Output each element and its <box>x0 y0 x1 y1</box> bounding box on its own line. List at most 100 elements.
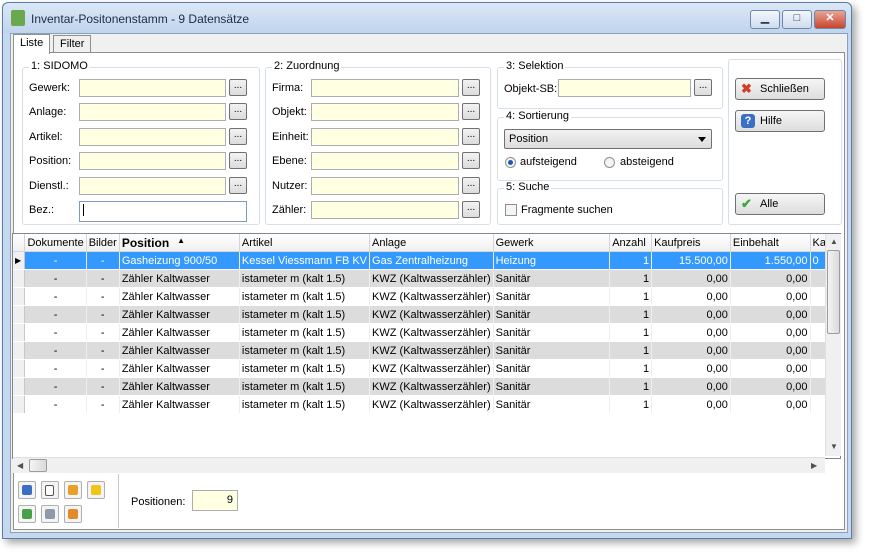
hilfe-button[interactable]: ? Hilfe <box>735 110 825 132</box>
row-indicator[interactable] <box>13 287 26 306</box>
zuordnung-einheit-field[interactable] <box>311 127 459 146</box>
sidomo-dienstl-browse-button[interactable]: ... <box>229 176 247 194</box>
vertical-scrollbar[interactable]: ▲ ▼ <box>825 234 841 456</box>
cell-einbehalt: 0,00 <box>730 395 811 414</box>
export-tool-button[interactable] <box>64 505 82 523</box>
cell-bilder: - <box>86 251 120 270</box>
alle-button[interactable]: ✔ Alle <box>735 193 825 215</box>
help-tool-button[interactable] <box>18 481 36 499</box>
row-indicator[interactable]: ▶ <box>13 251 26 270</box>
column-header-anzahl[interactable]: Anzahl <box>609 234 653 252</box>
horizontal-scroll-thumb[interactable] <box>29 459 47 472</box>
sidomo-anlage-field[interactable] <box>79 103 226 122</box>
sidomo-gewerk-browse-button[interactable]: ... <box>229 79 247 96</box>
fragmente-suchen-checkbox[interactable] <box>505 204 517 216</box>
zuordnung-nutzer-browse-button[interactable]: ... <box>462 176 480 194</box>
sidomo-bez-field[interactable] <box>79 201 247 222</box>
column-header-bilder[interactable]: Bilder <box>86 234 120 252</box>
column-header-label: Dokumente <box>27 236 84 249</box>
sidomo-gewerk-field[interactable] <box>79 79 226 97</box>
column-header-label: Gewerk <box>495 236 534 249</box>
zuordnung-objekt-field[interactable] <box>311 103 459 122</box>
edit-tool-button[interactable] <box>64 481 82 499</box>
lightning-tool-button[interactable] <box>87 481 105 499</box>
horizontal-scrollbar[interactable]: ◀ ▶ <box>13 457 825 473</box>
cell-gewerk: Sanitär <box>493 377 611 396</box>
zuordnung-firma-browse-button[interactable]: ... <box>462 79 480 96</box>
cell-dokumente: - <box>24 359 87 378</box>
footer-separator <box>118 474 119 528</box>
column-header-gewerk[interactable]: Gewerk <box>493 234 611 252</box>
schliessen-label: Schließen <box>760 83 809 95</box>
print-tool-button[interactable] <box>41 505 59 523</box>
sidomo-artikel-browse-button[interactable]: ... <box>229 127 247 145</box>
vertical-scroll-thumb[interactable] <box>827 250 840 334</box>
minimize-button[interactable]: ▁ <box>750 10 780 29</box>
table-row[interactable]: - - Zähler Kaltwasser istameter m (kalt 1.5… <box>13 287 840 306</box>
zuordnung-ebene-field[interactable] <box>311 152 459 171</box>
refresh-tool-button[interactable] <box>18 505 36 523</box>
scroll-up-icon[interactable]: ▲ <box>830 237 838 246</box>
table-row[interactable]: ▶ - - Gasheizung 900/50 Kessel Viessmann FB … <box>13 251 840 270</box>
column-header-kaufpreis[interactable]: Kaufpreis <box>651 234 731 252</box>
column-header-einbehalt[interactable]: Einbehalt <box>730 234 811 252</box>
row-indicator[interactable] <box>13 269 26 288</box>
table-row[interactable]: - - Zähler Kaltwasser istameter m (kalt 1.5… <box>13 341 840 360</box>
select-tool-button[interactable] <box>41 481 59 499</box>
zuordnung-zähler-browse-button[interactable]: ... <box>462 201 480 218</box>
maximize-button[interactable]: □ <box>782 10 812 29</box>
zuordnung-firma-field[interactable] <box>311 79 459 97</box>
tab-filter[interactable]: Filter <box>53 35 92 53</box>
cell-position: Gasheizung 900/50 <box>119 251 240 270</box>
zuordnung-ebene-browse-button[interactable]: ... <box>462 152 480 170</box>
sort-field-select[interactable]: Position <box>504 129 712 149</box>
row-indicator[interactable] <box>13 341 26 360</box>
positionen-label: Positionen: <box>131 496 186 508</box>
scroll-down-icon[interactable]: ▼ <box>830 442 838 451</box>
row-indicator[interactable] <box>13 305 26 324</box>
cell-dokumente: - <box>24 305 87 324</box>
sidomo-position-browse-button[interactable]: ... <box>229 152 247 170</box>
scroll-right-icon[interactable]: ▶ <box>811 461 817 470</box>
zuordnung-objekt-browse-button[interactable]: ... <box>462 103 480 121</box>
cell-anzahl: 1 <box>609 395 653 414</box>
cell-gewerk: Sanitär <box>493 305 611 324</box>
tab-liste[interactable]: Liste <box>13 34 51 54</box>
table-row[interactable]: - - Zähler Kaltwasser istameter m (kalt 1.5… <box>13 359 840 378</box>
row-indicator[interactable] <box>13 377 26 396</box>
column-header-dokumente[interactable]: Dokumente <box>24 234 87 252</box>
column-header-artikel[interactable]: Artikel <box>239 234 371 252</box>
title-bar[interactable]: Inventar-Positonenstamm - 9 Datensätze ▁… <box>3 3 851 33</box>
zuordnung-einheit-browse-button[interactable]: ... <box>462 127 480 145</box>
table-row[interactable]: - - Zähler Kaltwasser istameter m (kalt 1.5… <box>13 305 840 324</box>
sort-descending-radio[interactable] <box>604 157 615 168</box>
row-indicator[interactable] <box>13 359 26 378</box>
cell-position: Zähler Kaltwasser <box>119 395 240 414</box>
table-row[interactable]: - - Zähler Kaltwasser istameter m (kalt 1.5… <box>13 323 840 342</box>
scroll-left-icon[interactable]: ◀ <box>17 461 23 470</box>
sidomo-position-field[interactable] <box>79 152 226 171</box>
column-header-label: Kaufpreis <box>654 236 701 249</box>
sidomo-anlage-browse-button[interactable]: ... <box>229 103 247 121</box>
objekt-sb-browse-button[interactable]: ... <box>694 79 712 96</box>
table-row[interactable]: - - Zähler Kaltwasser istameter m (kalt 1.5… <box>13 377 840 396</box>
table-row[interactable]: - - Zähler Kaltwasser istameter m (kalt 1.5… <box>13 269 840 288</box>
zuordnung-nutzer-field[interactable] <box>311 176 459 195</box>
zuordnung-firma-label: Firma: <box>272 82 304 94</box>
row-indicator[interactable] <box>13 323 26 342</box>
row-indicator[interactable] <box>13 395 26 414</box>
objekt-sb-field[interactable] <box>558 79 691 97</box>
sidomo-artikel-label: Artikel: <box>29 130 63 143</box>
positions-grid[interactable]: Dokumente Bilder Position ▲ Artikel Anlage Gew… <box>12 233 841 459</box>
zuordnung-zähler-field[interactable] <box>311 201 459 219</box>
cell-gewerk: Sanitär <box>493 323 611 342</box>
sidomo-dienstl-field[interactable] <box>79 176 226 195</box>
column-header-position[interactable]: Position ▲ <box>119 234 240 252</box>
column-header-anlage[interactable]: Anlage <box>369 234 494 252</box>
cell-bilder: - <box>86 269 120 288</box>
close-button[interactable]: ✕ <box>814 10 846 29</box>
sidomo-artikel-field[interactable] <box>79 127 226 146</box>
schliessen-button[interactable]: ✖ Schließen <box>735 78 825 100</box>
sort-ascending-radio[interactable] <box>505 157 516 168</box>
table-row[interactable]: - - Zähler Kaltwasser istameter m (kalt 1.5… <box>13 395 840 414</box>
